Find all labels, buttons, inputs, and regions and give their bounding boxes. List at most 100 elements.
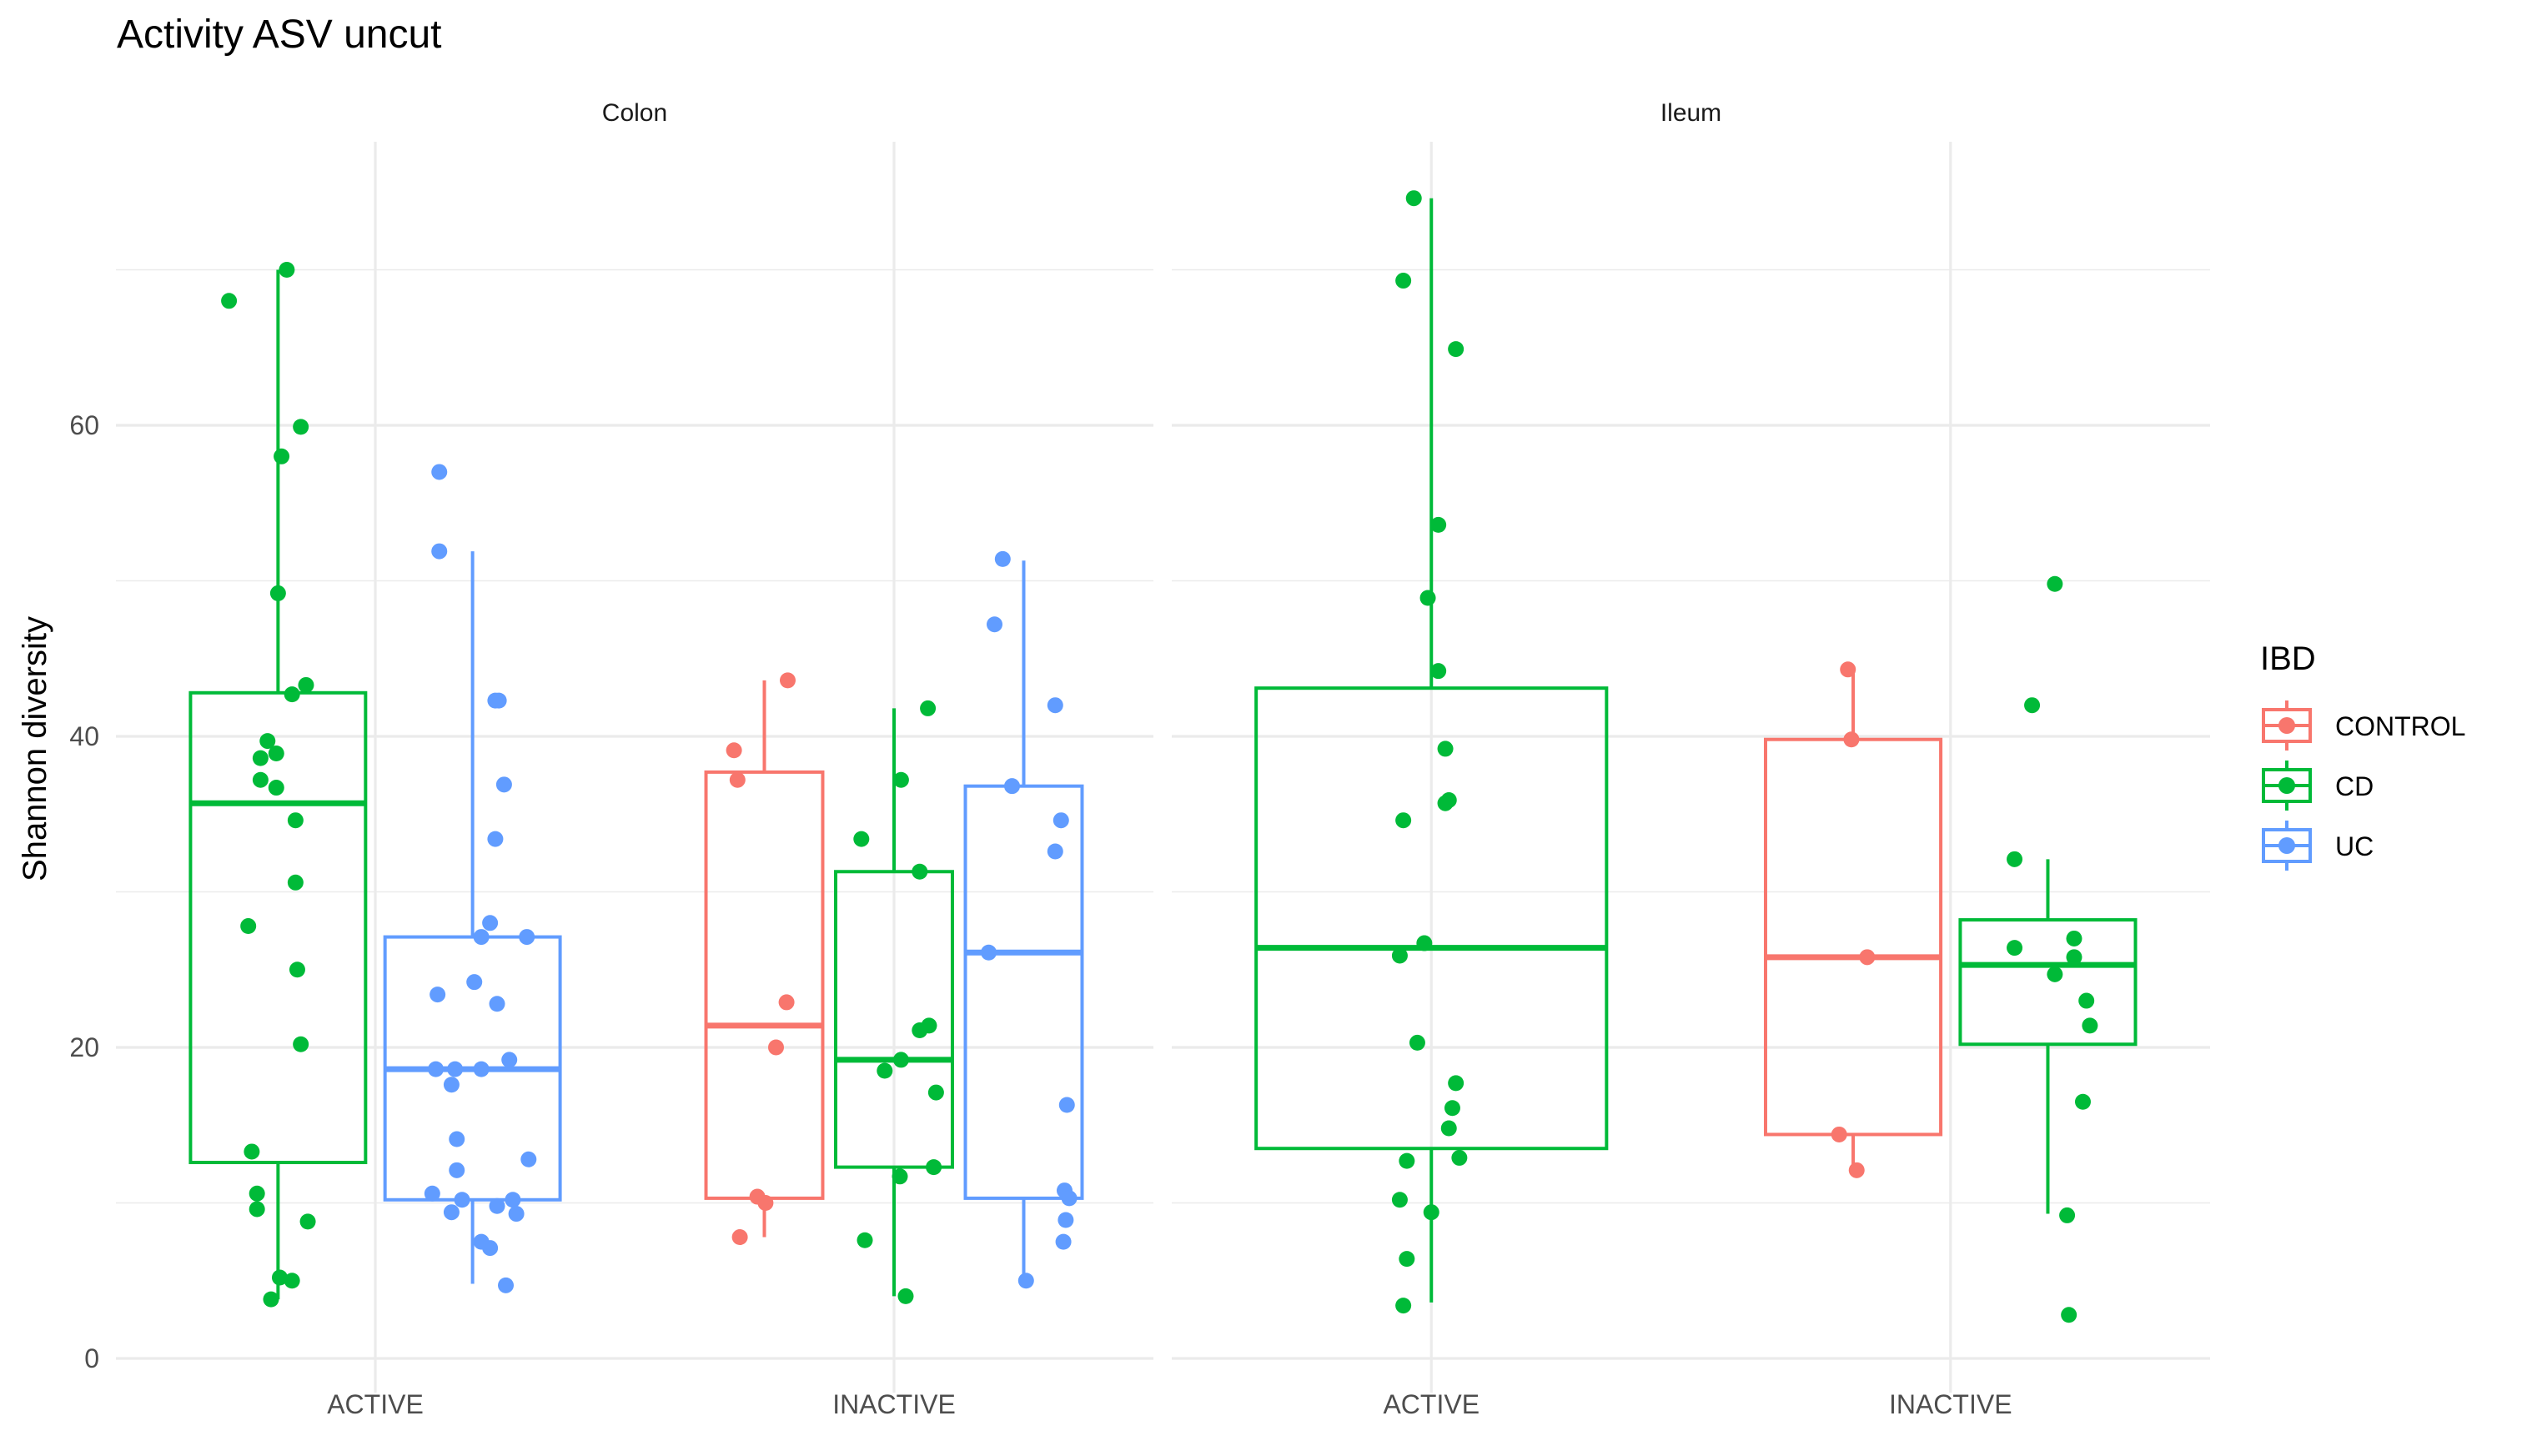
- data-point: [1399, 1152, 1415, 1169]
- data-point: [263, 1291, 279, 1308]
- boxplot-uc-inactive: [963, 550, 1084, 1289]
- data-point: [498, 1277, 515, 1293]
- data-point: [1391, 947, 1408, 964]
- boxplot-cd-active: [188, 262, 368, 1308]
- facet-label: Colon: [602, 99, 667, 127]
- boxplot-control-inactive: [704, 672, 825, 1246]
- data-point: [505, 1192, 521, 1208]
- data-point: [1058, 1212, 1074, 1228]
- legend-point: [2278, 837, 2295, 854]
- data-point: [299, 1213, 316, 1230]
- data-point: [289, 961, 305, 978]
- data-point: [473, 1061, 490, 1077]
- facet-panel-colon: Colon ACTIVE INACTIVE 0 20 40 60: [69, 99, 1153, 1419]
- data-point: [1419, 590, 1436, 606]
- data-point: [2007, 940, 2023, 956]
- y-tick-label: 60: [69, 410, 99, 440]
- data-point: [912, 863, 928, 880]
- data-point: [519, 929, 535, 946]
- data-point: [449, 1131, 465, 1147]
- data-point: [428, 1061, 445, 1077]
- data-point: [1444, 1100, 1460, 1117]
- data-point: [2066, 930, 2082, 946]
- data-point: [2066, 949, 2082, 966]
- data-point: [767, 1039, 784, 1056]
- data-point: [1409, 1034, 1425, 1051]
- data-point: [1391, 1192, 1408, 1208]
- data-point: [1399, 1251, 1415, 1268]
- data-point: [431, 543, 448, 560]
- y-tick-label: 40: [69, 721, 99, 751]
- boxplot-control-inactive: [1763, 661, 1943, 1178]
- data-point: [1440, 1120, 1457, 1137]
- legend-item-control: CONTROL: [2262, 700, 2465, 751]
- data-point: [1061, 1190, 1078, 1207]
- data-point: [731, 1229, 748, 1246]
- data-point: [2047, 575, 2063, 592]
- data-point: [449, 1162, 465, 1178]
- data-point: [778, 994, 795, 1011]
- data-point: [2059, 1207, 2076, 1223]
- data-point: [1047, 697, 1063, 714]
- data-point: [489, 1197, 505, 1214]
- data-point: [987, 616, 1003, 633]
- box-iqr: [1958, 918, 2138, 1047]
- legend: IBD CONTROL CD UC: [2260, 640, 2465, 871]
- data-point: [489, 996, 505, 1012]
- data-point: [920, 700, 937, 716]
- data-point: [1423, 1204, 1439, 1221]
- data-point: [927, 1084, 944, 1101]
- data-point: [520, 1151, 537, 1167]
- data-point: [1437, 741, 1454, 757]
- data-point: [1437, 795, 1454, 811]
- data-point: [490, 692, 507, 709]
- chart-title: Activity ASV uncut: [117, 13, 442, 57]
- data-point: [482, 915, 499, 931]
- data-point: [293, 1036, 309, 1052]
- data-point: [1831, 1126, 1847, 1142]
- y-tick-label: 20: [69, 1032, 99, 1062]
- x-tick-label: ACTIVE: [327, 1389, 424, 1419]
- facet-label: Ileum: [1660, 99, 1721, 127]
- data-point: [1395, 1298, 1412, 1314]
- data-point: [293, 419, 309, 435]
- data-point: [487, 831, 504, 847]
- data-point: [2007, 851, 2023, 867]
- legend-label: UC: [2335, 831, 2374, 861]
- boxplot-cd-inactive: [1958, 575, 2138, 1323]
- data-point: [1055, 1233, 1072, 1250]
- data-point: [298, 676, 314, 693]
- data-point: [1848, 1162, 1865, 1178]
- data-point: [897, 1288, 914, 1304]
- data-point: [2024, 697, 2041, 714]
- data-point: [501, 1052, 518, 1068]
- data-point: [857, 1232, 873, 1248]
- data-point: [1451, 1149, 1468, 1166]
- data-point: [268, 746, 284, 762]
- data-point: [482, 1240, 499, 1257]
- data-point: [249, 1201, 265, 1218]
- data-point: [268, 780, 284, 796]
- y-axis-title: Shannon diversity: [17, 616, 53, 881]
- boxplot-uc-active: [383, 464, 562, 1293]
- data-point: [284, 686, 300, 703]
- data-point: [1004, 778, 1021, 795]
- data-point: [1058, 1097, 1075, 1113]
- data-point: [1430, 663, 1447, 680]
- data-point: [447, 1061, 464, 1077]
- data-point: [892, 771, 909, 788]
- x-tick-label: ACTIVE: [1383, 1389, 1480, 1419]
- legend-point: [2278, 717, 2295, 734]
- data-point: [221, 293, 238, 309]
- data-point: [779, 672, 796, 689]
- data-point: [1448, 341, 1464, 358]
- data-point: [757, 1195, 774, 1211]
- data-point: [2082, 1017, 2098, 1034]
- legend-item-uc: UC: [2262, 821, 2374, 871]
- data-point: [726, 742, 742, 759]
- data-point: [1859, 949, 1876, 966]
- legend-title: IBD: [2260, 640, 2316, 677]
- data-point: [2074, 1093, 2091, 1110]
- legend-key-cd-icon: [2262, 761, 2312, 811]
- data-point: [249, 1185, 265, 1202]
